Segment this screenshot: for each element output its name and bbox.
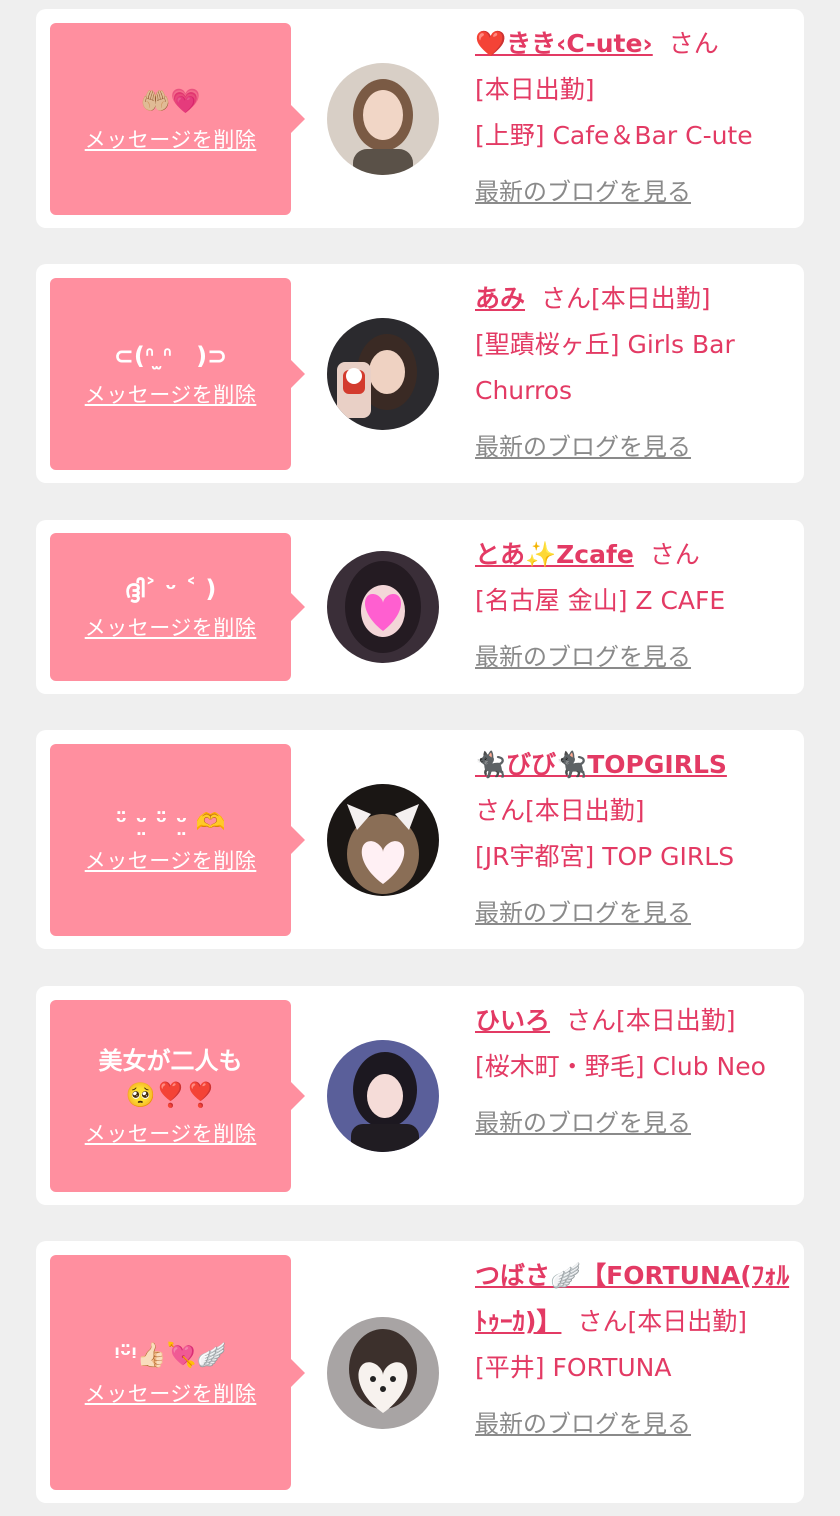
woman-portrait-icon — [327, 1317, 439, 1429]
member-info: つばさ🪽【FORTUNA(ﾌｫﾙﾄｩｰｶ)】 さん[本日出勤] [平井] FORT… — [475, 1253, 793, 1447]
avatar[interactable] — [327, 1040, 439, 1152]
status-label: [本日出勤] — [627, 1307, 747, 1336]
message-text: ⊂(ᐢ ̫ᐢ )⊃ — [113, 342, 228, 370]
status-label: [本日出勤] — [616, 1006, 736, 1035]
message-card: ദ്ദി˃ ᵕ ˂ ) メッセージを削除 とあ✨Zcafe さん [名古屋 金山]… — [36, 520, 804, 694]
message-bubble: ⊂(ᐢ ̫ᐢ )⊃ メッセージを削除 — [50, 278, 305, 470]
status-label: [本日出勤] — [475, 75, 595, 104]
message-bubble: ᵕ̈ ᵕ̤ ᵕ̈ ᵕ̤ 🫶 メッセージを削除 — [50, 744, 305, 936]
status-label: [本日出勤] — [591, 284, 711, 313]
member-name-link[interactable]: ❤️きき‹C-ute› — [475, 29, 653, 58]
latest-blog-link[interactable]: 最新のブログを見る — [475, 1100, 691, 1146]
message-text: ദ്ദി˃ ᵕ ˂ ) — [124, 575, 217, 603]
honorific-label: さん — [566, 1006, 617, 1035]
honorific-label: さん — [577, 1307, 628, 1336]
woman-portrait-icon — [327, 784, 439, 896]
delete-message-link[interactable]: メッセージを削除 — [85, 379, 257, 409]
message-text: 美女が二人も🥺❣️❣️ — [98, 1047, 243, 1109]
message-card: 🤲🏼💗 メッセージを削除 ❤️きき‹C-ute› さん [本日出勤] [上野] C… — [36, 9, 804, 228]
member-name-link[interactable]: あみ — [475, 284, 525, 313]
message-text: ᵎᵕ̈ᵎ👍🏻💘🪽 — [114, 1340, 227, 1369]
message-bubble: 🤲🏼💗 メッセージを削除 — [50, 23, 305, 215]
avatar[interactable] — [327, 63, 439, 175]
avatar[interactable] — [327, 1317, 439, 1429]
message-card: 美女が二人も🥺❣️❣️ メッセージを削除 ひいろ さん[本日出勤] [桜木町・野毛… — [36, 986, 804, 1205]
shop-label: [聖蹟桜ヶ丘] Girls Bar Churros — [475, 330, 735, 405]
shop-label: [名古屋 金山] Z CAFE — [475, 586, 726, 615]
honorific-label: さん — [668, 29, 719, 58]
latest-blog-link[interactable]: 最新のブログを見る — [475, 1401, 691, 1447]
honorific-label: さん — [649, 540, 700, 569]
shop-label: [平井] FORTUNA — [475, 1353, 672, 1382]
woman-portrait-icon — [327, 1040, 439, 1152]
message-bubble: ദ്ദി˃ ᵕ ˂ ) メッセージを削除 — [50, 533, 305, 681]
member-name-link[interactable]: 🐈‍⬛びび🐈‍⬛TOPGIRLS — [475, 750, 727, 779]
message-bubble: ᵎᵕ̈ᵎ👍🏻💘🪽 メッセージを削除 — [50, 1255, 305, 1490]
member-info: ❤️きき‹C-ute› さん [本日出勤] [上野] Cafe＆Bar C-ute… — [475, 21, 793, 215]
member-name-link[interactable]: ひいろ — [475, 1006, 550, 1035]
message-card: ᵕ̈ ᵕ̤ ᵕ̈ ᵕ̤ 🫶 メッセージを削除 🐈‍⬛びび🐈‍⬛TOPGIRLS … — [36, 730, 804, 949]
shop-label: [桜木町・野毛] Club Neo — [475, 1052, 766, 1081]
latest-blog-link[interactable]: 最新のブログを見る — [475, 634, 691, 680]
member-info: あみ さん[本日出勤] [聖蹟桜ヶ丘] Girls Bar Churros 最新の… — [475, 276, 793, 470]
message-bubble: 美女が二人も🥺❣️❣️ メッセージを削除 — [50, 1000, 305, 1192]
delete-message-link[interactable]: メッセージを削除 — [85, 612, 257, 642]
delete-message-link[interactable]: メッセージを削除 — [85, 124, 257, 154]
delete-message-link[interactable]: メッセージを削除 — [85, 1378, 257, 1408]
avatar[interactable] — [327, 784, 439, 896]
message-text: 🤲🏼💗 — [140, 87, 201, 115]
member-info: とあ✨Zcafe さん [名古屋 金山] Z CAFE 最新のブログを見る — [475, 532, 793, 680]
woman-portrait-icon — [327, 318, 439, 430]
latest-blog-link[interactable]: 最新のブログを見る — [475, 169, 691, 215]
status-label: [本日出勤] — [525, 796, 645, 825]
latest-blog-link[interactable]: 最新のブログを見る — [475, 890, 691, 936]
member-info: 🐈‍⬛びび🐈‍⬛TOPGIRLS さん[本日出勤] [JR宇都宮] TOP GI… — [475, 742, 793, 936]
woman-portrait-icon — [327, 551, 439, 663]
message-card: ⊂(ᐢ ̫ᐢ )⊃ メッセージを削除 あみ さん[本日出勤] [聖蹟桜ヶ丘] Gi… — [36, 264, 804, 483]
woman-portrait-icon — [327, 63, 439, 175]
message-text: ᵕ̈ ᵕ̤ ᵕ̈ ᵕ̤ 🫶 — [115, 808, 226, 836]
shop-label: [JR宇都宮] TOP GIRLS — [475, 842, 735, 871]
delete-message-link[interactable]: メッセージを削除 — [85, 845, 257, 875]
avatar[interactable] — [327, 318, 439, 430]
delete-message-link[interactable]: メッセージを削除 — [85, 1118, 257, 1148]
latest-blog-link[interactable]: 最新のブログを見る — [475, 424, 691, 470]
shop-label: [上野] Cafe＆Bar C-ute — [475, 121, 753, 150]
honorific-label: さん — [475, 796, 526, 825]
avatar[interactable] — [327, 551, 439, 663]
member-name-link[interactable]: とあ✨Zcafe — [475, 540, 634, 569]
honorific-label: さん — [541, 284, 592, 313]
member-info: ひいろ さん[本日出勤] [桜木町・野毛] Club Neo 最新のブログを見る — [475, 998, 793, 1146]
message-card: ᵎᵕ̈ᵎ👍🏻💘🪽 メッセージを削除 つばさ🪽【FORTUNA(ﾌｫﾙﾄｩｰｶ)】… — [36, 1241, 804, 1503]
